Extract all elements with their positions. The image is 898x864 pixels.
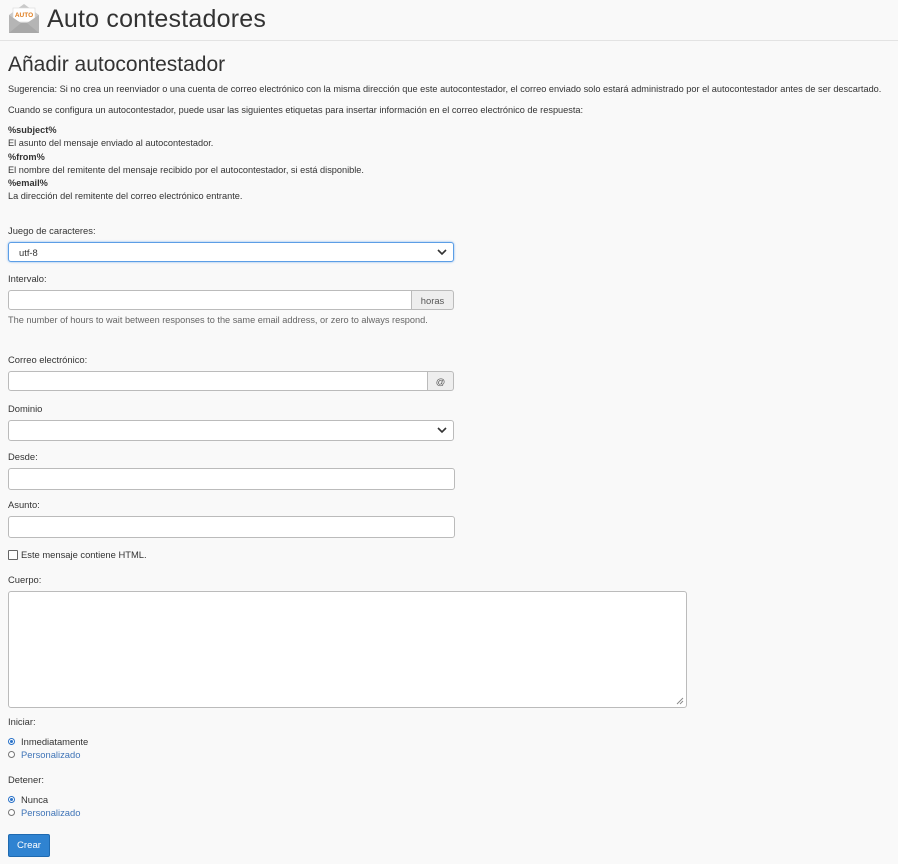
tag-email: %email%	[8, 178, 48, 189]
start-field: Iniciar: Inmediatamente Personalizado	[8, 716, 88, 761]
start-immediately-label: Inmediatamente	[21, 736, 89, 747]
radio-selected-icon[interactable]	[8, 796, 15, 803]
stop-never-label: Nunca	[21, 794, 49, 805]
tag-list: %subject% El asunto del mensaje enviado …	[8, 124, 890, 204]
radio-icon[interactable]	[8, 751, 15, 758]
email-field: Correo electrónico: @	[8, 354, 454, 391]
tags-info-text: Cuando se configura un autocontestador, …	[8, 105, 584, 115]
stop-custom-label: Personalizado	[21, 807, 81, 818]
charset-select[interactable]: utf-8	[8, 242, 454, 262]
at-addon: @	[428, 371, 454, 391]
tag-subject-desc: El asunto del mensaje enviado al autocon…	[8, 138, 214, 149]
charset-label: Juego de caracteres:	[8, 225, 96, 236]
html-checkbox-row[interactable]: Este mensaje contiene HTML.	[8, 549, 147, 560]
chevron-down-icon	[437, 249, 447, 256]
interval-label: Intervalo:	[8, 273, 47, 284]
interval-field: Intervalo: horas The number of hours to …	[8, 273, 454, 326]
tag-email-desc: La dirección del remitente del correo el…	[8, 191, 243, 202]
body-label: Cuerpo:	[8, 574, 42, 585]
resize-grip-icon[interactable]	[676, 697, 684, 705]
tag-from-desc: El nombre del remitente del mensaje reci…	[8, 164, 364, 175]
interval-group: horas	[8, 290, 454, 310]
email-input[interactable]	[8, 371, 428, 391]
start-custom-label: Personalizado	[21, 749, 81, 760]
domain-select[interactable]	[8, 420, 454, 441]
stop-field: Detener: Nunca Personalizado	[8, 774, 80, 819]
icon-label: AUTO	[15, 12, 33, 19]
page-header: AUTO Auto contestadores	[0, 0, 898, 41]
app-title: Auto contestadores	[47, 5, 267, 33]
domain-label: Dominio	[8, 403, 43, 414]
tag-subject: %subject%	[8, 125, 57, 135]
from-field: Desde:	[8, 451, 455, 490]
from-input[interactable]	[8, 468, 455, 490]
subject-input[interactable]	[8, 516, 455, 538]
page-title: Añadir autocontestador	[8, 53, 226, 76]
start-immediately-radio[interactable]: Inmediatamente	[8, 735, 88, 748]
tag-from: %from%	[8, 151, 45, 162]
radio-icon[interactable]	[8, 809, 15, 816]
email-group: @	[8, 371, 454, 391]
interval-input[interactable]	[8, 290, 412, 310]
tip-text: Sugerencia: Si no crea un reenviador o u…	[8, 84, 882, 94]
html-checkbox-label: Este mensaje contiene HTML.	[21, 549, 147, 560]
stop-label: Detener:	[8, 774, 44, 785]
hours-addon: horas	[412, 290, 454, 310]
start-custom-radio[interactable]: Personalizado	[8, 748, 88, 761]
stop-custom-radio[interactable]: Personalizado	[8, 806, 80, 819]
interval-help: The number of hours to wait between resp…	[8, 315, 428, 325]
charset-field: Juego de caracteres: utf-8	[8, 225, 454, 262]
envelope-auto-icon: AUTO	[9, 4, 39, 33]
radio-selected-icon[interactable]	[8, 738, 15, 745]
email-label: Correo electrónico:	[8, 354, 88, 365]
domain-field: Dominio	[8, 403, 454, 441]
stop-never-radio[interactable]: Nunca	[8, 793, 80, 806]
body-field: Cuerpo:	[8, 574, 687, 708]
from-label: Desde:	[8, 451, 38, 462]
body-textarea[interactable]	[8, 591, 687, 708]
create-button[interactable]: Crear	[8, 834, 50, 857]
subject-label: Asunto:	[8, 499, 40, 510]
start-label: Iniciar:	[8, 716, 36, 727]
subject-field: Asunto:	[8, 499, 455, 538]
charset-value: utf-8	[19, 247, 38, 258]
chevron-down-icon	[437, 427, 447, 434]
html-checkbox[interactable]	[8, 549, 18, 560]
main-content: Añadir autocontestador Sugerencia: Si no…	[8, 52, 890, 204]
